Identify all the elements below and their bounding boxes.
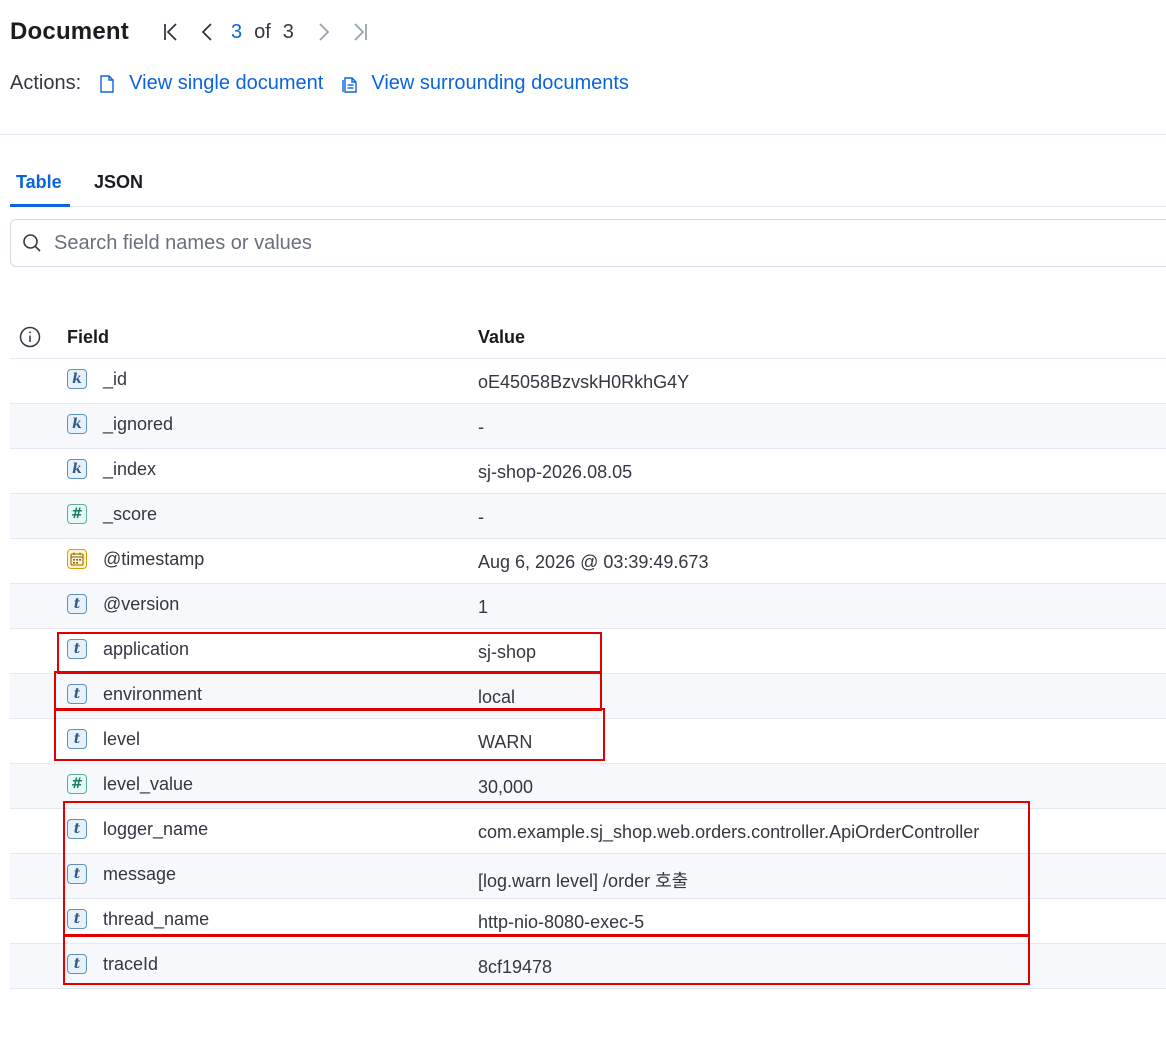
tab-json[interactable]: JSON	[94, 172, 143, 193]
field-name: level_value	[103, 774, 194, 794]
calendar-icon	[67, 549, 87, 569]
keyword-type-icon: k	[67, 459, 87, 479]
field-name: level	[103, 729, 141, 749]
info-icon[interactable]	[19, 326, 41, 348]
next-page-button[interactable]	[310, 19, 336, 45]
table-row[interactable]: k _ignored -	[10, 404, 1166, 449]
document-pager: 3 of 3	[159, 19, 372, 45]
table-row[interactable]: @timestamp Aug 6, 2026 @ 03:39:49.673	[10, 539, 1166, 584]
view-surrounding-documents-link[interactable]: View surrounding documents	[341, 72, 629, 95]
field-value: -	[478, 507, 484, 527]
text-type-icon: t	[67, 639, 87, 659]
field-name: _ignored	[103, 414, 174, 434]
field-name: thread_name	[103, 909, 210, 929]
active-tab-indicator	[10, 204, 70, 207]
field-value: 8cf19478	[478, 957, 553, 977]
documents-icon	[341, 75, 359, 93]
field-name: @version	[103, 594, 180, 614]
table-header: Field Value	[10, 314, 1166, 359]
field-value: -	[478, 417, 484, 437]
table-row[interactable]: t logger_name com.example.sj_shop.web.or…	[10, 809, 1166, 854]
table-row[interactable]: t application sj-shop	[10, 629, 1166, 674]
view-single-document-link[interactable]: View single document	[99, 72, 323, 95]
view-single-document-label: View single document	[129, 72, 324, 94]
field-value: com.example.sj_shop.web.orders.controlle…	[478, 822, 980, 842]
text-type-icon: t	[67, 594, 87, 614]
document-fields-table: k _id oE45058BzvskH0RkhG4Y k _ignored - …	[10, 359, 1166, 989]
field-name: logger_name	[103, 819, 209, 839]
field-value: [log.warn level] /order 호출	[478, 871, 689, 891]
field-value: WARN	[478, 732, 533, 752]
field-name: environment	[103, 684, 203, 704]
field-value: http-nio-8080-exec-5	[478, 912, 645, 932]
table-row[interactable]: # _score -	[10, 494, 1166, 539]
field-name: message	[103, 864, 177, 884]
field-value: local	[478, 687, 516, 707]
chevron-right-icon	[319, 23, 330, 41]
field-value: sj-shop	[478, 642, 537, 662]
field-value: oE45058BzvskH0RkhG4Y	[478, 372, 690, 392]
previous-page-button[interactable]	[195, 19, 221, 45]
field-value: 1	[478, 597, 489, 617]
table-row[interactable]: k _id oE45058BzvskH0RkhG4Y	[10, 359, 1166, 404]
document-actions: Actions: View single document View surro…	[10, 72, 629, 95]
text-type-icon: t	[67, 864, 87, 884]
field-value: sj-shop-2026.08.05	[478, 462, 633, 482]
search-input[interactable]	[52, 230, 1056, 256]
actions-label: Actions:	[10, 72, 82, 94]
search-icon	[22, 232, 44, 254]
field-value: 30,000	[478, 777, 534, 797]
flyout-header: Document 3 of 3	[10, 16, 372, 48]
chevron-left-icon	[201, 23, 212, 41]
document-icon	[99, 74, 117, 93]
keyword-type-icon: k	[67, 414, 87, 434]
field-name: @timestamp	[103, 549, 205, 569]
last-page-icon	[354, 23, 367, 41]
table-row[interactable]: t environment local	[10, 674, 1166, 719]
value-column-header: Value	[478, 327, 526, 347]
text-type-icon: t	[67, 684, 87, 704]
table-row[interactable]: t level WARN	[10, 719, 1166, 764]
current-page: 3	[230, 20, 243, 43]
field-name: traceId	[103, 954, 159, 974]
pager-of-label: of	[254, 20, 271, 43]
number-type-icon: #	[67, 504, 87, 524]
text-type-icon: t	[67, 954, 87, 974]
total-pages: 3	[282, 20, 294, 43]
table-row[interactable]: t thread_name http-nio-8080-exec-5	[10, 899, 1166, 944]
first-page-button[interactable]	[159, 19, 185, 45]
view-tabs: Table JSON	[10, 160, 1166, 207]
table-row[interactable]: t message [log.warn level] /order 호출	[10, 854, 1166, 899]
table-row[interactable]: t @version 1	[10, 584, 1166, 629]
number-type-icon: #	[67, 774, 87, 794]
field-column-header: Field	[67, 327, 110, 347]
field-name: application	[103, 639, 190, 659]
last-page-button[interactable]	[346, 19, 372, 45]
field-name: _index	[103, 459, 157, 479]
field-name: _id	[103, 369, 128, 389]
table-row[interactable]: k _index sj-shop-2026.08.05	[10, 449, 1166, 494]
header-divider	[0, 134, 1166, 135]
field-search-box[interactable]	[10, 219, 1166, 267]
text-type-icon: t	[67, 819, 87, 839]
first-page-icon	[164, 23, 177, 41]
table-row[interactable]: t traceId 8cf19478	[10, 944, 1166, 989]
keyword-type-icon: k	[67, 369, 87, 389]
view-surrounding-documents-label: View surrounding documents	[371, 72, 629, 94]
table-row[interactable]: # level_value 30,000	[10, 764, 1166, 809]
text-type-icon: t	[67, 909, 87, 929]
field-value: Aug 6, 2026 @ 03:39:49.673	[478, 552, 709, 572]
document-title: Document	[10, 18, 129, 45]
field-name: _score	[103, 504, 158, 524]
text-type-icon: t	[67, 729, 87, 749]
tab-table[interactable]: Table	[16, 172, 62, 193]
